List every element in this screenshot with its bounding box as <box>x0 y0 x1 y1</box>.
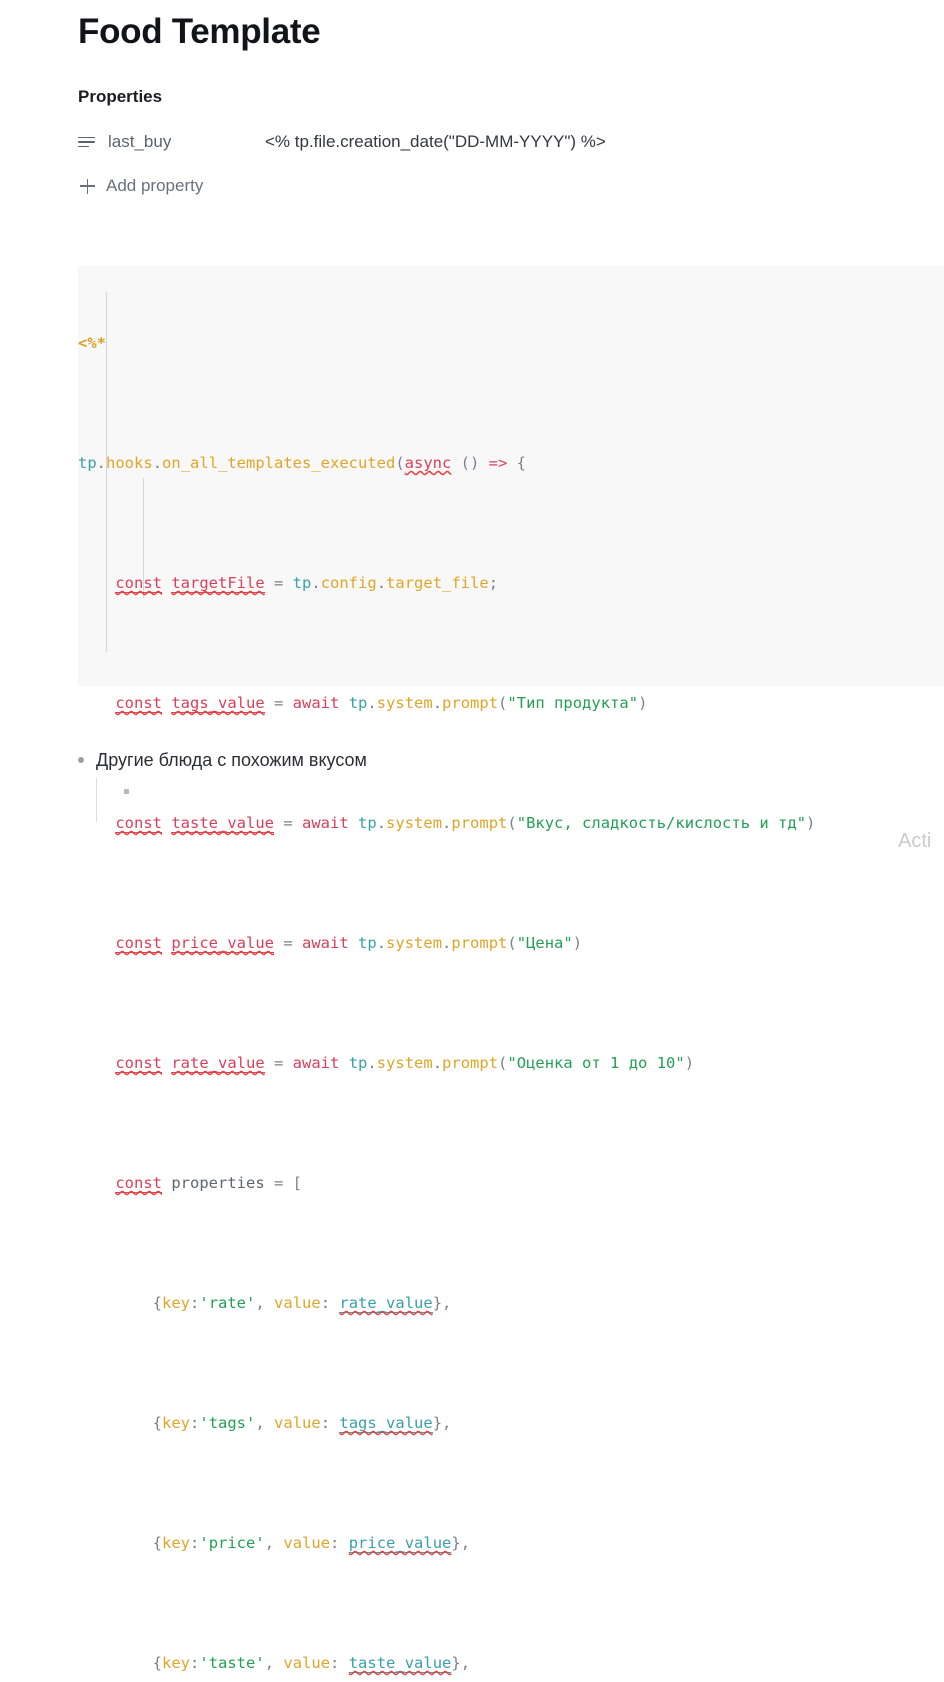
token-rate-value: rate_value <box>171 1054 265 1073</box>
token-dot: . <box>152 454 163 472</box>
list-item[interactable] <box>96 778 778 810</box>
token-tp: tp <box>358 814 377 832</box>
template-open-tag: <%* <box>78 334 106 352</box>
token-price-value: price_value <box>348 1534 452 1553</box>
token-taste-value: taste_value <box>171 814 274 833</box>
token-system: system <box>386 934 443 952</box>
outline-list[interactable]: Другие блюда с похожим вкусом <box>78 746 778 810</box>
token-prompt: prompt <box>451 934 508 952</box>
token-async: async <box>404 454 452 472</box>
token-price-value: price_value <box>171 934 274 953</box>
token-const: const <box>115 574 162 593</box>
property-row-last-buy[interactable]: last_buy <% tp.file.creation_date("DD-MM… <box>78 129 838 155</box>
add-property-label: Add property <box>106 176 204 195</box>
token-await: await <box>292 1054 340 1072</box>
token-string: "Цена" <box>516 934 573 952</box>
property-value[interactable]: <% tp.file.creation_date("DD-MM-YYYY") %… <box>265 130 606 154</box>
token-arrow: => <box>488 454 508 472</box>
text-lines-icon <box>78 132 100 152</box>
token-hooks: hooks <box>106 454 153 472</box>
token-properties: properties <box>171 1174 265 1192</box>
prompt-string-rate: Оценка от 1 до 10 <box>516 1054 676 1072</box>
plus-icon <box>80 178 95 194</box>
token-const: const <box>115 694 162 713</box>
token-key: key <box>162 1534 190 1552</box>
token-value: value <box>283 1654 331 1672</box>
token-const: const <box>115 1054 162 1073</box>
token-args: () <box>451 454 489 472</box>
bullet-point-icon <box>124 789 129 794</box>
code-line-9: {key:'rate', value: rate_value}, <box>152 1294 452 1313</box>
property-key-taste: taste <box>208 1654 256 1672</box>
code-line-1: <%* <box>78 328 944 358</box>
token-value: value <box>274 1294 321 1312</box>
token-string: "Оценка от 1 до 10" <box>507 1054 685 1072</box>
token-hook-name: on_all_templates_executed <box>162 454 396 472</box>
token-prompt: prompt <box>442 1054 499 1072</box>
code-line-11: {key:'price', value: price_value}, <box>152 1534 471 1553</box>
token-string: "Тип продукта" <box>507 694 639 712</box>
token-string: 'tags' <box>199 1414 256 1432</box>
activate-windows-watermark: Acti <box>898 830 932 852</box>
property-key-tags: tags <box>208 1414 247 1432</box>
token-tp: tp <box>78 454 97 472</box>
token-system: system <box>376 1054 433 1072</box>
code-line-3: const targetFile = tp.config.target_file… <box>115 574 499 593</box>
token-const: const <box>115 814 162 833</box>
properties-heading: Properties <box>78 87 163 106</box>
token-taste-value: taste_value <box>348 1654 452 1673</box>
bullet-point-icon <box>78 757 84 763</box>
list-item[interactable]: Другие блюда с похожим вкусом <box>78 746 778 778</box>
templater-code-block[interactable]: <%* tp.hooks.on_all_templates_executed(a… <box>78 238 944 1682</box>
token-key: key <box>162 1414 190 1432</box>
token-target-file: target_file <box>386 574 489 592</box>
token-value: value <box>283 1534 331 1552</box>
token-await: await <box>302 934 349 952</box>
property-key[interactable]: last_buy <box>108 130 265 154</box>
token-tp: tp <box>358 934 377 952</box>
page-title[interactable]: Food Template <box>78 9 321 55</box>
code-line-8: const properties = [ <box>115 1174 302 1193</box>
token-value: value <box>274 1414 321 1432</box>
token-rate-value: rate_value <box>339 1294 433 1313</box>
token-key: key <box>162 1654 190 1672</box>
token-string: 'price' <box>199 1534 265 1552</box>
code-line-12: {key:'taste', value: taste_value}, <box>152 1654 471 1673</box>
code-line-6: const price_value = await tp.system.prom… <box>115 934 583 953</box>
token-tp: tp <box>348 694 368 712</box>
code-line-7: const rate_value = await tp.system.promp… <box>115 1054 695 1073</box>
token-config: config <box>320 574 377 592</box>
token-tags-value: tags_value <box>171 694 265 713</box>
list-item-label: Другие блюда с похожим вкусом <box>96 750 367 770</box>
token-system: system <box>386 814 443 832</box>
token-paren: ( <box>395 454 405 472</box>
token-system: system <box>376 694 433 712</box>
token-string: "Вкус, сладкость/кислость и тд" <box>516 814 807 832</box>
property-key-price: price <box>208 1534 256 1552</box>
token-string: 'rate' <box>199 1294 256 1312</box>
token-await: await <box>302 814 349 832</box>
prompt-string-taste: Вкус, сладкость/кислость и тд <box>526 814 797 832</box>
token-targetfile: targetFile <box>171 574 265 593</box>
token-tp: tp <box>348 1054 368 1072</box>
add-property-button[interactable]: Add property <box>80 174 203 198</box>
token-string: 'taste' <box>199 1654 265 1672</box>
token-tp: tp <box>292 574 312 592</box>
token-key: key <box>162 1294 190 1312</box>
token-const: const <box>115 934 162 953</box>
code-line-2: tp.hooks.on_all_templates_executed(async… <box>78 448 944 478</box>
token-await: await <box>292 694 340 712</box>
token-dot: . <box>96 454 107 472</box>
token-const: const <box>115 1174 162 1193</box>
prompt-string-tags: Тип продукта <box>516 694 629 712</box>
token-prompt: prompt <box>442 694 499 712</box>
token-tags-value: tags_value <box>339 1414 433 1433</box>
code-line-10: {key:'tags', value: tags_value}, <box>152 1414 452 1433</box>
property-key-rate: rate <box>208 1294 247 1312</box>
code-line-5: const taste_value = await tp.system.prom… <box>115 814 816 833</box>
code-line-4: const tags_value = await tp.system.promp… <box>115 694 648 713</box>
token-brace: { <box>507 454 527 472</box>
prompt-string-price: Цена <box>526 934 564 952</box>
token-prompt: prompt <box>451 814 508 832</box>
